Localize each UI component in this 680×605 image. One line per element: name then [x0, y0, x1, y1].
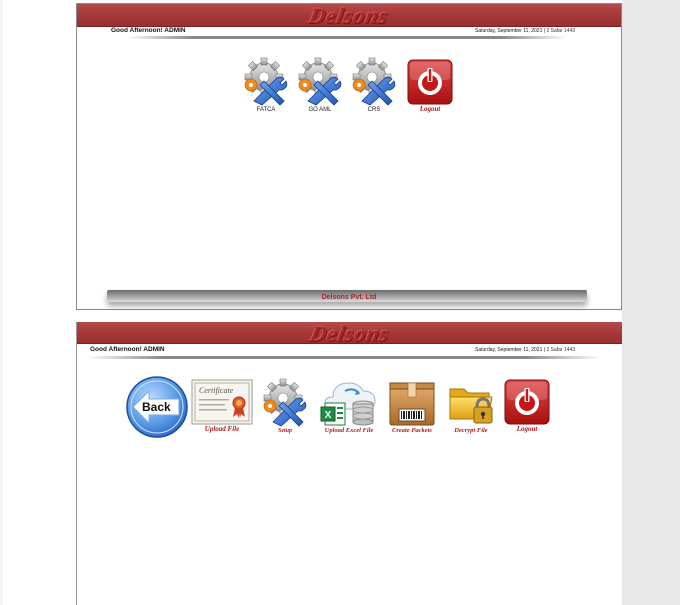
decrypt-file-button[interactable]: Decrypt File: [443, 379, 499, 434]
left-gutter: [0, 0, 3, 605]
power-icon: [504, 379, 550, 425]
header-banner: Delsons: [77, 3, 621, 28]
create-packets-label: Create Packets: [392, 427, 432, 434]
certificate-icon: Certificate: [191, 379, 253, 425]
brand-logo: Delsons: [307, 321, 392, 346]
right-gutter: [622, 0, 680, 605]
greeting-text: Good Afternoon! ADMIN: [90, 346, 165, 353]
hijri-date: 2 Safar 1443: [546, 28, 576, 34]
header-divider: [87, 356, 602, 359]
fatca-button[interactable]: FATCA: [241, 57, 291, 113]
fatca-label: FATCA: [256, 107, 276, 113]
gregorian-date: Saturday, September 11, 2021: [475, 347, 543, 353]
logout-button[interactable]: Logout: [503, 379, 551, 433]
power-icon: [407, 59, 453, 105]
logout-button[interactable]: Logout: [406, 59, 454, 113]
footer-company: Delsons Pvt. Ltd: [321, 294, 377, 301]
gear-tools-icon: [263, 378, 307, 427]
date-text: Saturday, September 11, 2021 | 2 Safar 1…: [475, 347, 576, 353]
file-operations-screen: Delsons Good Afternoon! ADMIN Saturday, …: [76, 321, 622, 605]
decrypt-file-label: Decrypt File: [454, 427, 488, 434]
back-button[interactable]: Back: [125, 375, 189, 439]
setup-button[interactable]: Setup: [260, 378, 310, 434]
gear-tools-icon: [244, 57, 288, 106]
package-box-icon: [389, 382, 435, 426]
hijri-date: 2 Safar 1443: [546, 347, 576, 353]
crs-label: CRS: [367, 107, 381, 113]
excel-database-icon: X: [320, 382, 376, 426]
header-banner: Delsons: [77, 321, 622, 346]
header-divider: [127, 36, 567, 39]
setup-label: Setup: [277, 428, 292, 434]
back-label: Back: [142, 400, 171, 414]
upload-file-button[interactable]: Certificate Upload File: [190, 379, 254, 433]
folder-lock-icon: [449, 388, 493, 424]
upload-file-label: Upload File: [204, 425, 240, 433]
gear-tools-icon: [352, 57, 396, 106]
go-aml-button[interactable]: GO AML: [295, 57, 345, 113]
crs-button[interactable]: CRS: [349, 57, 399, 113]
create-packets-button[interactable]: Create Packets: [383, 379, 441, 434]
date-text: Saturday, September 11, 2021 | 2 Safar 1…: [475, 28, 576, 34]
go-aml-label: GO AML: [308, 107, 332, 113]
greeting-text: Good Afternoon! ADMIN: [111, 27, 186, 34]
upload-excel-file-label: Upload Excel File: [324, 427, 374, 434]
svg-text:X: X: [325, 410, 332, 421]
dashboard-screen: Delsons Good Afternoon! ADMIN Saturday, …: [76, 3, 622, 310]
logout-label: Logout: [516, 425, 538, 433]
gear-tools-icon: [298, 57, 342, 106]
upload-excel-file-button[interactable]: X Upload Excel File: [315, 377, 383, 434]
gregorian-date: Saturday, September 11, 2021: [475, 28, 543, 34]
svg-text:Certificate: Certificate: [199, 386, 234, 395]
logout-label: Logout: [419, 105, 441, 113]
brand-logo: Delsons: [306, 3, 392, 28]
